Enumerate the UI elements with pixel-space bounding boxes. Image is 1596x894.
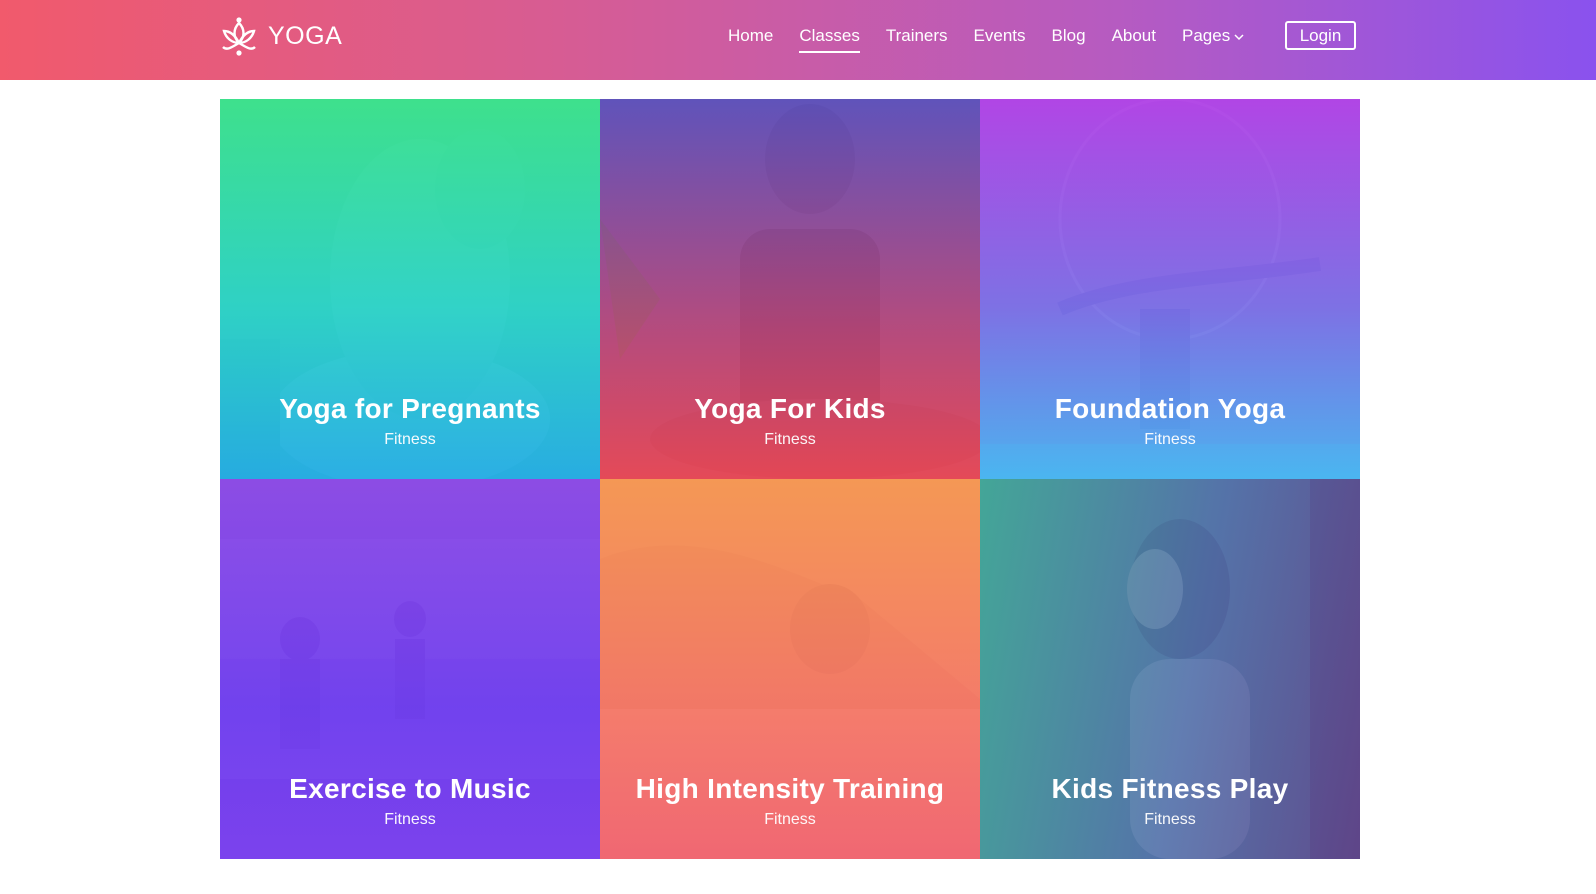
class-caption: Exercise to Music Fitness [220, 771, 600, 829]
brand-logo[interactable]: YOGA [218, 14, 342, 58]
class-title: Kids Fitness Play [1051, 773, 1289, 804]
nav-item-blog[interactable]: Blog [1052, 22, 1086, 50]
class-caption: Foundation Yoga Fitness [980, 391, 1360, 449]
class-category: Fitness [764, 811, 816, 828]
class-card[interactable]: Foundation Yoga Fitness [980, 99, 1360, 479]
nav-item-home[interactable]: Home [728, 22, 773, 50]
class-category: Fitness [764, 431, 816, 448]
class-caption: Yoga For Kids Fitness [600, 391, 980, 449]
nav-item-pages-label: Pages [1182, 26, 1231, 45]
class-category: Fitness [1144, 811, 1196, 828]
class-category: Fitness [1144, 431, 1196, 448]
class-title: Yoga for Pregnants [279, 393, 541, 424]
nav-item-events[interactable]: Events [974, 22, 1026, 50]
classes-grid: Yoga for Pregnants Fitness Yoga For Kids… [220, 99, 1360, 859]
nav-item-classes[interactable]: Classes [799, 22, 861, 53]
class-caption: Yoga for Pregnants Fitness [220, 391, 600, 449]
site-header: YOGA Home Classes Trainers Events Blog A… [0, 0, 1596, 80]
class-title: High Intensity Training [635, 773, 945, 804]
class-card[interactable]: Kids Fitness Play Fitness [980, 479, 1360, 859]
class-card[interactable]: Yoga For Kids Fitness [600, 99, 980, 479]
class-card[interactable]: High Intensity Training Fitness [600, 479, 980, 859]
brand-name: YOGA [268, 21, 343, 50]
nav-item-pages[interactable]: Pages [1182, 22, 1244, 50]
class-title: Foundation Yoga [1054, 393, 1286, 424]
class-title: Exercise to Music [289, 773, 531, 804]
main-nav: Home Classes Trainers Events Blog About … [728, 22, 1270, 53]
nav-item-trainers[interactable]: Trainers [886, 22, 948, 50]
class-card[interactable]: Exercise to Music Fitness [220, 479, 600, 859]
class-title: Yoga For Kids [694, 393, 886, 424]
lotus-icon [218, 15, 260, 57]
class-category: Fitness [384, 431, 436, 448]
chevron-down-icon [1234, 22, 1244, 50]
class-category: Fitness [384, 811, 436, 828]
login-button[interactable]: Login [1285, 21, 1356, 50]
class-card[interactable]: Yoga for Pregnants Fitness [220, 99, 600, 479]
nav-item-about[interactable]: About [1112, 22, 1156, 50]
class-caption: High Intensity Training Fitness [600, 771, 980, 829]
class-caption: Kids Fitness Play Fitness [980, 771, 1360, 829]
